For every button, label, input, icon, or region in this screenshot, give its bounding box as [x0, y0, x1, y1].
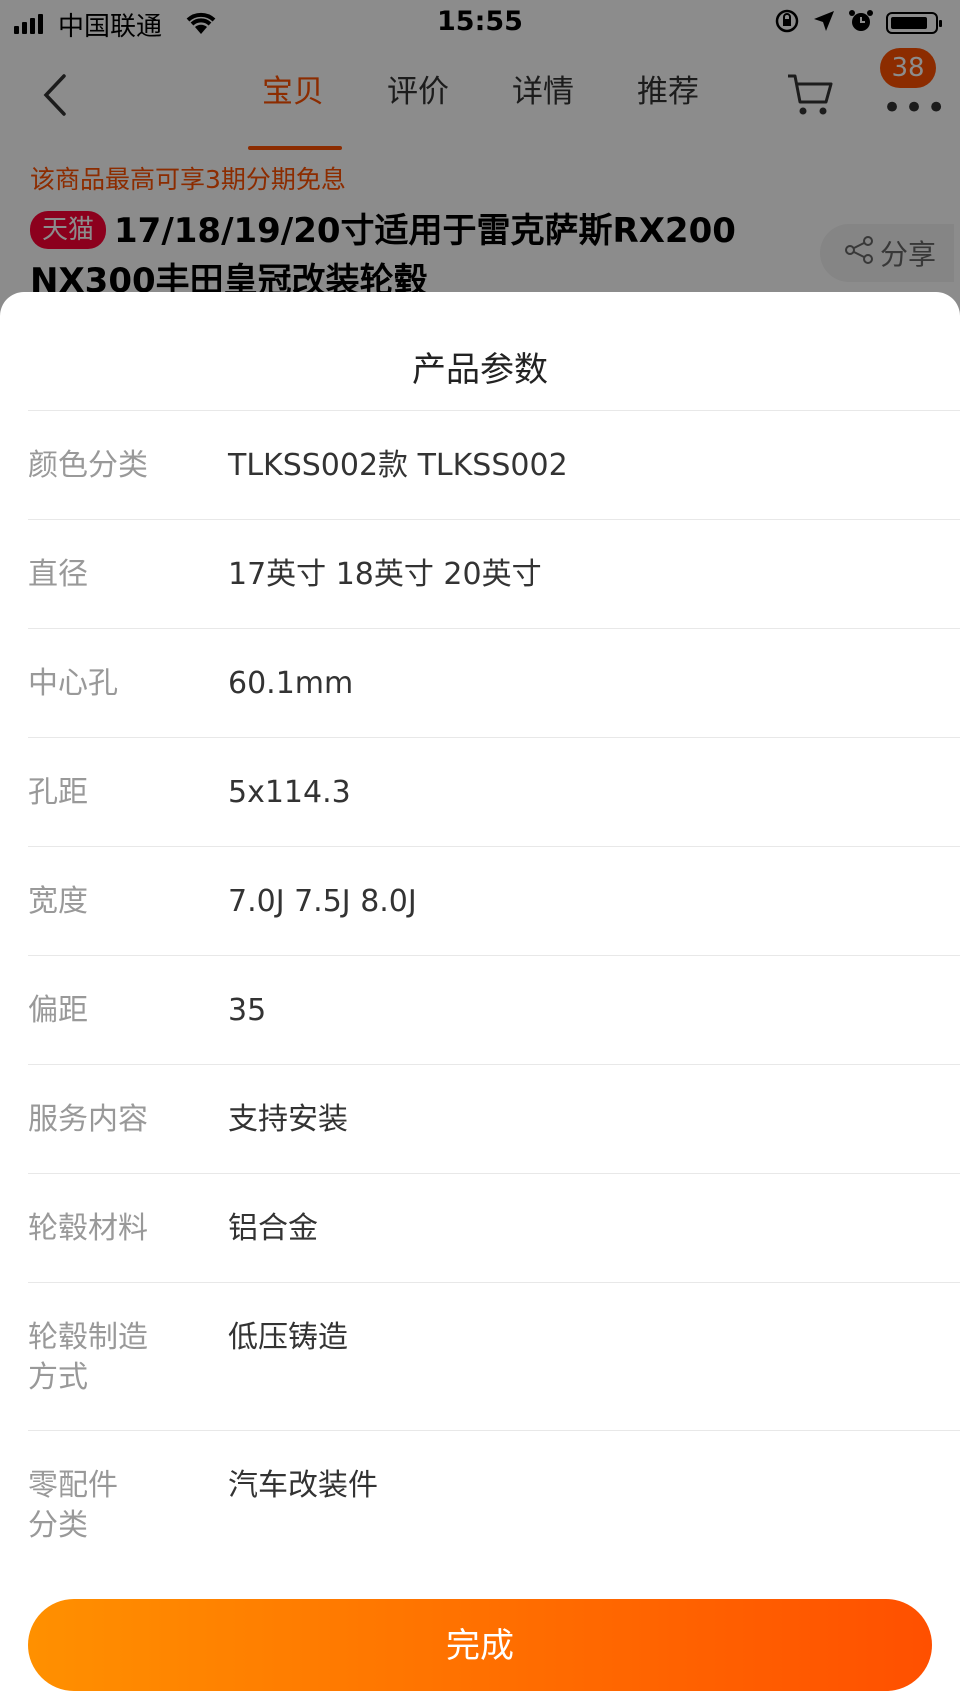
param-label: 中心孔 — [28, 666, 118, 701]
param-value: 7.0J 7.5J 8.0J — [228, 884, 417, 919]
param-label: 颜色分类 — [28, 448, 148, 483]
param-value: 支持安装 — [228, 1102, 348, 1137]
param-row: 颜色分类 TLKSS002款 TLKSS002 — [28, 410, 960, 519]
param-label: 零配件分类 — [28, 1468, 118, 1543]
param-value: 17英寸 18英寸 20英寸 — [228, 557, 542, 592]
param-label: 服务内容 — [28, 1102, 148, 1137]
param-value: 汽车改装件 — [228, 1468, 378, 1503]
param-row: 轮毂制造方式 低压铸造 — [28, 1282, 960, 1430]
param-label: 偏距 — [28, 993, 88, 1028]
param-row: 轮毂材料 铝合金 — [28, 1173, 960, 1282]
param-value: 60.1mm — [228, 666, 354, 701]
param-label: 孔距 — [28, 775, 88, 810]
product-params-sheet: 产品参数 颜色分类 TLKSS002款 TLKSS002 直径 17英寸 18英… — [0, 292, 960, 1706]
param-row: 孔距 5x114.3 — [28, 737, 960, 846]
param-row: 偏距 35 — [28, 955, 960, 1064]
param-label: 直径 — [28, 557, 88, 592]
param-label: 宽度 — [28, 884, 88, 919]
param-value: 5x114.3 — [228, 775, 351, 810]
done-button[interactable]: 完成 — [28, 1599, 932, 1691]
param-value: 铝合金 — [228, 1211, 318, 1246]
param-row: 中心孔 60.1mm — [28, 628, 960, 737]
params-list: 颜色分类 TLKSS002款 TLKSS002 直径 17英寸 18英寸 20英… — [28, 410, 960, 1578]
param-row: 服务内容 支持安装 — [28, 1064, 960, 1173]
sheet-title: 产品参数 — [412, 350, 548, 390]
param-row: 宽度 7.0J 7.5J 8.0J — [28, 846, 960, 955]
param-value: 35 — [228, 993, 267, 1028]
param-row: 直径 17英寸 18英寸 20英寸 — [28, 519, 960, 628]
param-row: 零配件分类 汽车改装件 — [28, 1430, 960, 1578]
param-label: 轮毂材料 — [28, 1211, 148, 1246]
param-value: 低压铸造 — [228, 1320, 348, 1355]
param-value: TLKSS002款 TLKSS002 — [228, 448, 568, 483]
param-label: 轮毂制造方式 — [28, 1320, 148, 1395]
